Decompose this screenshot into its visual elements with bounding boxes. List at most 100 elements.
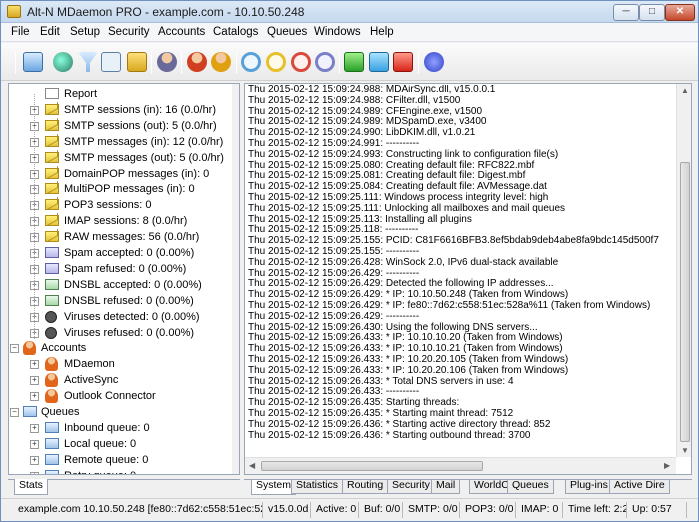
toolbar <box>1 43 698 81</box>
vertical-scroll-thumb[interactable] <box>680 162 690 442</box>
tree-item-label: Spam accepted: 0 (0.00%) <box>64 247 195 259</box>
envelope-icon <box>45 119 59 131</box>
tree-item-label: DNSBL refused: 0 (0.00%) <box>64 294 194 307</box>
blue-status-icon[interactable] <box>369 52 389 72</box>
new-account-icon[interactable] <box>187 52 207 72</box>
horizontal-scroll-thumb[interactable] <box>261 461 483 471</box>
menu-security[interactable]: Security <box>108 26 150 38</box>
tab-statistics[interactable]: Statistics <box>291 480 344 494</box>
tab-security[interactable]: Security <box>387 480 435 494</box>
minimize-button[interactable]: ─ <box>613 4 639 21</box>
menu-catalogs[interactable]: Catalogs <box>213 26 258 38</box>
expand-icon[interactable]: + <box>30 471 39 474</box>
scroll-right-icon[interactable]: ▶ <box>664 461 670 470</box>
scroll-down-icon[interactable]: ▼ <box>681 446 689 455</box>
tree-item-label: Remote queue: 0 <box>64 453 149 466</box>
expand-icon[interactable]: + <box>30 360 39 370</box>
default-domain-icon[interactable] <box>23 52 43 72</box>
virus-icon <box>45 326 57 339</box>
tab-stats[interactable]: Stats <box>14 479 48 495</box>
tree-item-label: DNSBL accepted: 0 (0.00%) <box>64 278 202 291</box>
stats-tree-pane: Report + SMTP sessions (in): 16 (0.0/hr) + S… <box>8 83 240 475</box>
tab-queues[interactable]: Queues <box>507 480 554 494</box>
window-title: Alt-N MDaemon PRO - example.com - 10.10.… <box>27 5 305 19</box>
menu-queues[interactable]: Queues <box>267 26 307 38</box>
status-smtp: SMTP: 0/0 <box>405 502 460 518</box>
status-pop3: POP3: 0/0 <box>462 502 516 518</box>
tree-item-label: MultiPOP messages (in): 0 <box>64 183 195 196</box>
toolbar-separator <box>151 51 152 74</box>
status-uptime: Up: 0:57 <box>629 502 687 518</box>
help-icon[interactable] <box>424 52 444 72</box>
tree-item-label: IMAP sessions: 8 (0.0/hr) <box>64 215 188 228</box>
person-icon <box>45 373 58 388</box>
envelope-icon <box>45 167 59 179</box>
dnsbl-icon <box>45 278 59 290</box>
title-bar[interactable]: Alt-N MDaemon PRO - example.com - 10.10.… <box>1 1 698 23</box>
envelope-icon <box>45 215 59 227</box>
scroll-up-icon[interactable]: ▲ <box>681 86 689 95</box>
refresh-yellow-icon[interactable] <box>266 52 286 72</box>
expand-icon[interactable]: + <box>30 392 39 402</box>
tab-routing[interactable]: Routing <box>342 480 389 494</box>
spam-icon <box>45 247 59 258</box>
account-manager-icon[interactable] <box>211 52 231 72</box>
globe-icon[interactable] <box>53 52 73 72</box>
expand-icon[interactable]: + <box>30 423 39 433</box>
menu-file[interactable]: File <box>11 26 30 38</box>
envelope-icon <box>45 231 59 243</box>
status-time-left: Time left: 2:25 <box>565 502 627 518</box>
tree-item-label: Viruses refused: 0 (0.00%) <box>64 326 195 339</box>
menu-help[interactable]: Help <box>370 26 394 38</box>
status-bar: example.com 10.10.50.248 [fe80::7d62:c55… <box>1 498 698 521</box>
maximize-button[interactable]: □ <box>639 4 665 21</box>
tree-item-label: Queues <box>41 406 80 418</box>
tab-active-dire[interactable]: Active Dire <box>609 480 670 494</box>
lock-icon[interactable] <box>127 52 147 72</box>
green-status-icon[interactable] <box>344 52 364 72</box>
log-line: Thu 2015-02-12 15:09:26.429: ---------- <box>248 310 420 322</box>
tab-plug-ins[interactable]: Plug-ins <box>565 480 613 494</box>
tree-item-label: Local queue: 0 <box>64 437 137 450</box>
filter-icon[interactable] <box>78 52 98 72</box>
tree-item-label: SMTP sessions (out): 5 (0.0/hr) <box>64 119 217 132</box>
expand-icon[interactable]: + <box>30 439 39 449</box>
spam-icon <box>45 262 59 274</box>
log-line: Thu 2015-02-12 15:09:24.988: CFilter.dll… <box>248 94 461 106</box>
refresh-purple-icon[interactable] <box>315 52 335 72</box>
log-vertical-scrollbar[interactable]: ▲ ▼ <box>676 84 691 457</box>
collapse-icon[interactable]: − <box>10 344 19 354</box>
menu-setup[interactable]: Setup <box>70 26 100 38</box>
tree-item-label: Spam refused: 0 (0.00%) <box>64 262 187 275</box>
collapse-icon[interactable]: − <box>10 408 19 417</box>
tree-item-label: Retry queue: 0 <box>64 468 136 474</box>
menu-windows[interactable]: Windows <box>314 26 361 38</box>
close-button[interactable]: ✕ <box>665 4 695 21</box>
queue-envelope-icon <box>45 437 59 449</box>
menu-accounts[interactable]: Accounts <box>158 26 205 38</box>
tree-item-label: DomainPOP messages (in): 0 <box>64 167 210 180</box>
log-horizontal-scrollbar[interactable]: ◀ ▶ <box>245 457 676 474</box>
menu-edit[interactable]: Edit <box>40 26 60 38</box>
log-line: Thu 2015-02-12 15:09:26.433: * IP: 10.20… <box>248 364 569 376</box>
tree-item-label: SMTP sessions (in): 16 (0.0/hr) <box>64 103 217 116</box>
expand-icon[interactable]: + <box>30 376 39 386</box>
tree-item-label: SMTP messages (in): 12 (0.0/hr) <box>64 135 224 148</box>
scroll-left-icon[interactable]: ◀ <box>249 461 255 470</box>
tree-item-label: Report <box>64 88 98 100</box>
mdaemon-app-icon <box>7 5 21 18</box>
log-line: Thu 2015-02-12 15:09:26.436: * Starting … <box>248 418 551 430</box>
toolbar-separator <box>236 51 237 74</box>
status-domain-ip: example.com 10.10.50.248 [fe80::7d62:c55… <box>15 502 263 518</box>
tree-scrollbar[interactable] <box>232 84 239 474</box>
expand-icon[interactable]: + <box>30 455 39 465</box>
tab-mail[interactable]: Mail <box>431 480 461 494</box>
toolbar-separator <box>418 51 419 74</box>
status-version: v15.0.0d <box>265 502 311 518</box>
tab-system[interactable]: System <box>251 480 297 495</box>
refresh-red-icon[interactable] <box>291 52 311 72</box>
search-icon[interactable] <box>101 52 121 72</box>
red-status-icon[interactable] <box>393 52 413 72</box>
user-settings-icon[interactable] <box>157 52 177 72</box>
refresh-blue-icon[interactable] <box>241 52 261 72</box>
